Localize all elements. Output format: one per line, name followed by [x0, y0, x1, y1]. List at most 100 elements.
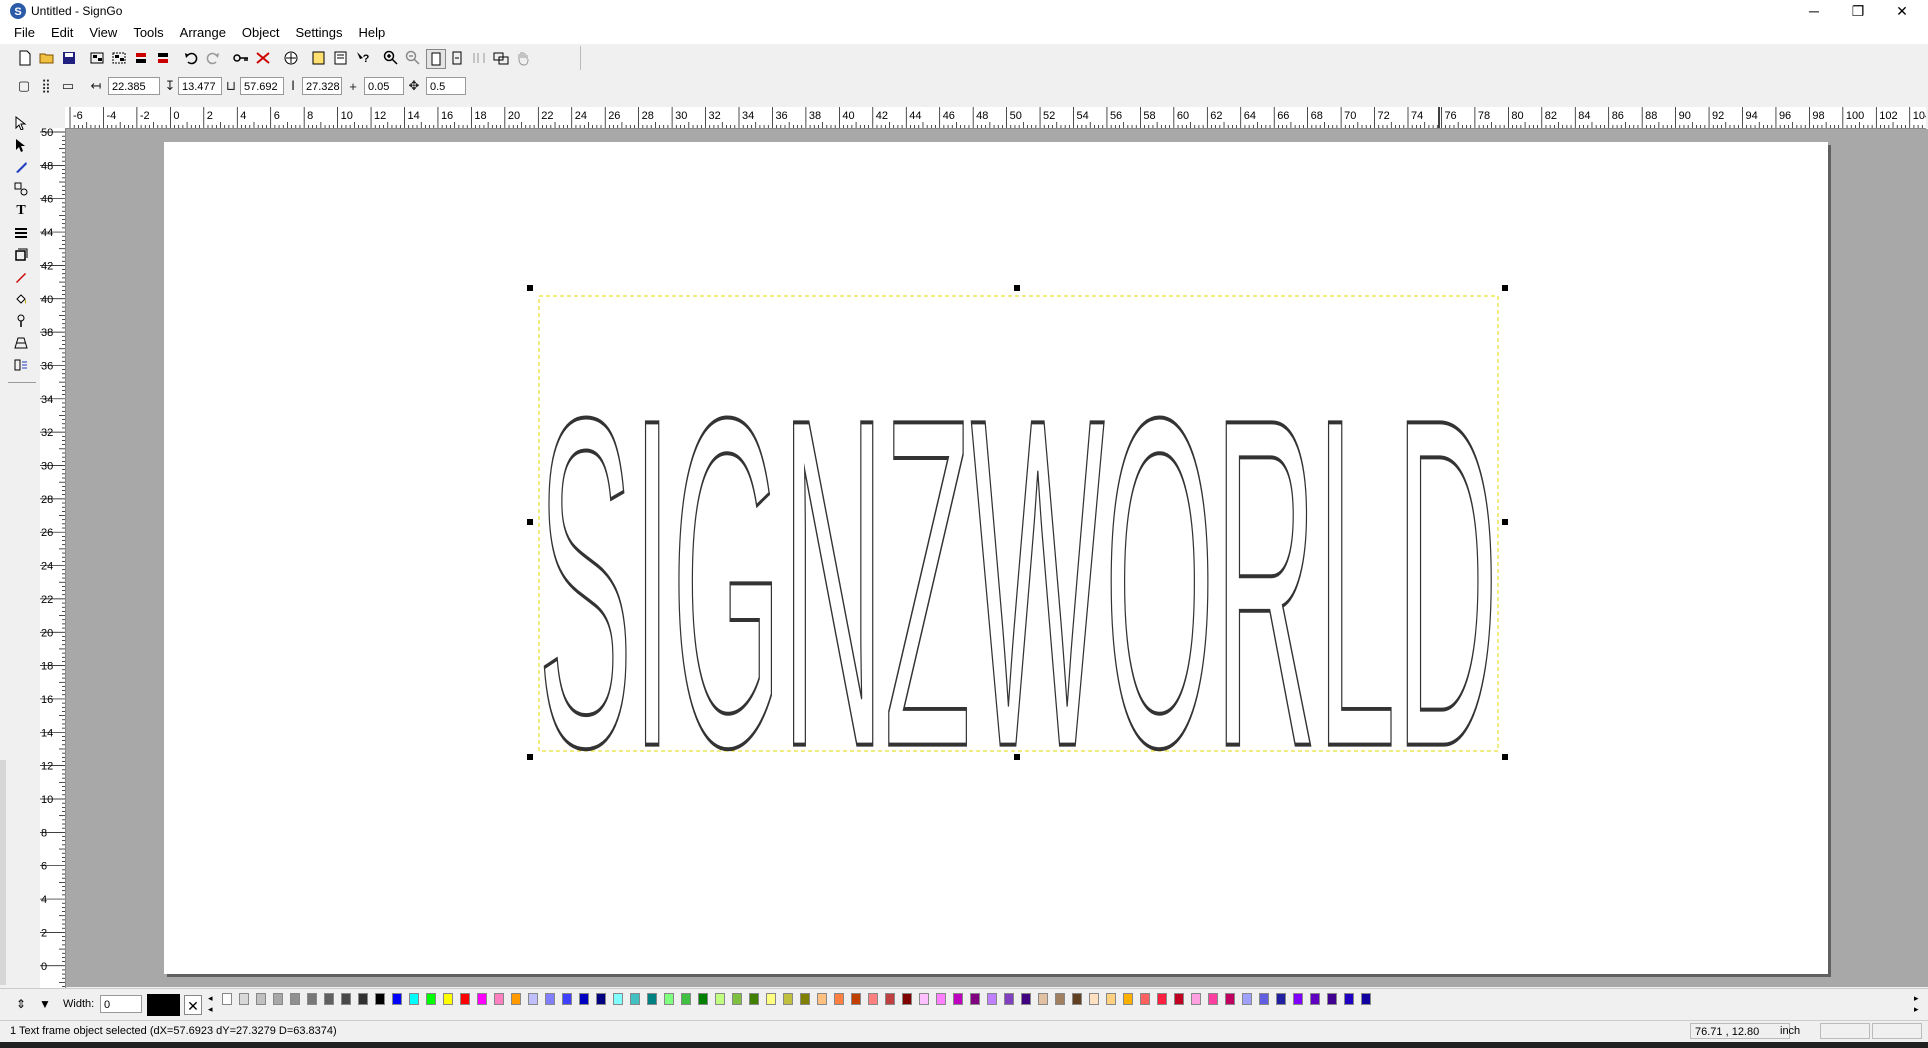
palette-scroll-icon[interactable]: ⇕	[12, 995, 30, 1013]
signzworld-text-object[interactable]: SIGNZWORLD	[537, 321, 1499, 845]
selection-handle[interactable]	[527, 754, 533, 760]
palette-swatch[interactable]	[1276, 993, 1286, 1005]
palette-swatch[interactable]	[1225, 993, 1235, 1005]
palette-swatch[interactable]	[494, 993, 504, 1005]
artwork-layer: SIGNZWORLD	[527, 285, 1508, 846]
current-fill-swatch[interactable]	[147, 994, 180, 1016]
selection-handle[interactable]	[1014, 754, 1020, 760]
palette-swatch[interactable]	[477, 993, 487, 1005]
palette-swatch[interactable]	[800, 993, 810, 1005]
palette-swatch[interactable]	[630, 993, 640, 1005]
unit-indicator[interactable]: inch	[1780, 1023, 1800, 1039]
palette-swatch[interactable]	[732, 993, 742, 1005]
palette-swatch[interactable]	[307, 993, 317, 1005]
palette-swatch[interactable]	[460, 993, 470, 1005]
palette-swatch[interactable]	[256, 993, 266, 1005]
palette-swatch[interactable]	[1140, 993, 1150, 1005]
selection-handle[interactable]	[1502, 285, 1508, 291]
palette-swatch[interactable]	[1293, 993, 1303, 1005]
palette-swatch[interactable]	[664, 993, 674, 1005]
palette-swatch[interactable]	[919, 993, 929, 1005]
palette-swatch[interactable]	[358, 993, 368, 1005]
palette-swatch[interactable]	[613, 993, 623, 1005]
palette-swatch[interactable]	[409, 993, 419, 1005]
palette-swatch[interactable]	[1361, 993, 1371, 1005]
palette-swatch[interactable]	[1123, 993, 1133, 1005]
palette-swatch[interactable]	[1157, 993, 1167, 1005]
palette-swatch[interactable]	[987, 993, 997, 1005]
palette-swatch[interactable]	[222, 993, 232, 1005]
palette-swatch[interactable]	[1004, 993, 1014, 1005]
palette-swatch[interactable]	[392, 993, 402, 1005]
palette-dropdown-icon[interactable]: ▼	[36, 995, 54, 1013]
palette-swatch[interactable]	[596, 993, 606, 1005]
palette-swatch[interactable]	[936, 993, 946, 1005]
status-message: 1 Text frame object selected (dX=57.6923…	[10, 1025, 337, 1037]
palette-swatch[interactable]	[528, 993, 538, 1005]
palette-swatch[interactable]	[647, 993, 657, 1005]
palette-swatch[interactable]	[1072, 993, 1082, 1005]
palette-last-icon: ▸	[1914, 1004, 1919, 1014]
no-color-icon: ✕	[187, 998, 199, 1014]
palette-swatch[interactable]	[749, 993, 759, 1005]
status-pane-1	[1820, 1023, 1870, 1039]
selection-handle[interactable]	[1502, 519, 1508, 525]
palette-swatch[interactable]	[1327, 993, 1337, 1005]
palette-swatch[interactable]	[579, 993, 589, 1005]
palette-swatch[interactable]	[1021, 993, 1031, 1005]
palette-swatch[interactable]	[562, 993, 572, 1005]
palette-swatch[interactable]	[1208, 993, 1218, 1005]
palette-swatch[interactable]	[851, 993, 861, 1005]
palette-swatch[interactable]	[545, 993, 555, 1005]
palette-swatch[interactable]	[698, 993, 708, 1005]
palette-swatch[interactable]	[1344, 993, 1354, 1005]
palette-swatch[interactable]	[1242, 993, 1252, 1005]
palette-swatch[interactable]	[341, 993, 351, 1005]
selection-handle[interactable]	[1502, 754, 1508, 760]
no-color-button[interactable]: ✕	[184, 995, 202, 1015]
palette-swatch[interactable]	[426, 993, 436, 1005]
outline-width-field[interactable]: 0	[100, 995, 142, 1013]
palette-swatch[interactable]	[1174, 993, 1184, 1005]
palette-swatch[interactable]	[715, 993, 725, 1005]
palette-swatch[interactable]	[1055, 993, 1065, 1005]
palette-swatch[interactable]	[1089, 993, 1099, 1005]
palette-swatch[interactable]	[783, 993, 793, 1005]
palette-swatch[interactable]	[1038, 993, 1048, 1005]
palette-swatch[interactable]	[817, 993, 827, 1005]
palette-swatch[interactable]	[1310, 993, 1320, 1005]
palette-swatch[interactable]	[868, 993, 878, 1005]
palette-swatch[interactable]	[970, 993, 980, 1005]
selection-handle[interactable]	[527, 285, 533, 291]
palette-swatch[interactable]	[239, 993, 249, 1005]
status-pane-2	[1872, 1023, 1922, 1039]
color-palette-bar: ⇕ ▼ Width: 0 ✕ ◂ ◂ ▸ ▸	[0, 988, 1928, 1020]
palette-swatch[interactable]	[273, 993, 283, 1005]
width-label: Width:	[63, 998, 95, 1010]
palette-swatch[interactable]	[1259, 993, 1269, 1005]
palette-swatch[interactable]	[681, 993, 691, 1005]
palette-swatch[interactable]	[375, 993, 385, 1005]
taskbar-edge	[0, 1042, 1928, 1048]
palette-swatch[interactable]	[290, 993, 300, 1005]
status-bar: 1 Text frame object selected (dX=57.6923…	[0, 1020, 1928, 1043]
palette-swatch[interactable]	[902, 993, 912, 1005]
palette-arrows[interactable]: ◂ ◂	[208, 993, 218, 1015]
palette-right-icon: ▸	[1914, 993, 1919, 1003]
palette-swatch[interactable]	[324, 993, 334, 1005]
palette-swatch[interactable]	[953, 993, 963, 1005]
palette-swatch[interactable]	[1106, 993, 1116, 1005]
palette-swatch[interactable]	[885, 993, 895, 1005]
selection-handle[interactable]	[1014, 285, 1020, 291]
left-scrollbar[interactable]	[0, 760, 6, 985]
palette-swatch[interactable]	[511, 993, 521, 1005]
palette-swatch[interactable]	[766, 993, 776, 1005]
palette-swatch[interactable]	[443, 993, 453, 1005]
palette-left-icon: ◂	[208, 993, 213, 1003]
palette-arrows-right[interactable]: ▸ ▸	[1914, 993, 1924, 1015]
selection-handle[interactable]	[527, 519, 533, 525]
palette-swatch[interactable]	[834, 993, 844, 1005]
cursor-coordinates: 76.71 , 12.80	[1690, 1023, 1790, 1039]
palette-swatch[interactable]	[1191, 993, 1201, 1005]
palette-first-icon: ◂	[208, 1004, 213, 1014]
